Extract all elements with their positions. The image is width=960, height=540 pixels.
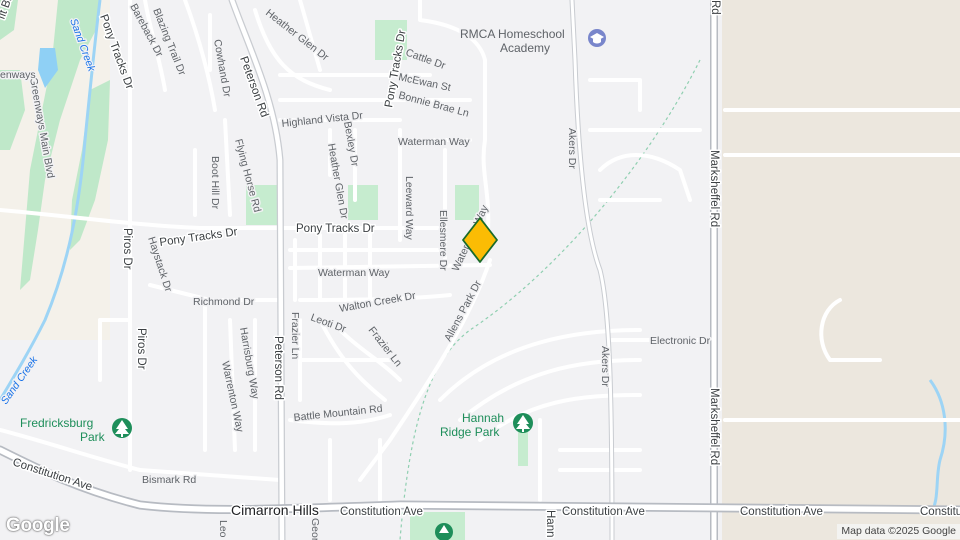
- street-label-frazier-v: Frazier Ln: [289, 312, 301, 359]
- map-canvas[interactable]: Heather Glen Dr Bareback Dr Blazing Trai…: [0, 0, 960, 540]
- street-label-constitution-c: Constitution Ave: [340, 506, 423, 518]
- map-attribution[interactable]: Map data ©2025 Google: [837, 524, 960, 539]
- street-label-constitution-e2: Constitution Ave: [920, 506, 960, 518]
- street-label-hann: Hann: [544, 510, 556, 538]
- place-label-cimarron-hills: Cimarron Hills: [231, 502, 319, 518]
- street-label-marksheffel-mid: Marksheffel Rd: [708, 150, 720, 227]
- street-label-leeward: Leeward Way: [403, 176, 415, 241]
- street-label-waterman-s: Waterman Way: [318, 267, 390, 279]
- undeveloped-land-east: [722, 0, 960, 540]
- school-label-line1: RMCA Homeschool: [460, 27, 565, 41]
- street-label-akers-n: Akers Dr: [566, 128, 578, 169]
- map-svg[interactable]: Heather Glen Dr Bareback Dr Blazing Trai…: [0, 0, 960, 540]
- graduation-cap-icon: [588, 29, 606, 47]
- street-label-electronic: Electronic Dr: [650, 335, 711, 347]
- fredricksburg-label-line2: Park: [80, 430, 106, 444]
- street-label-marksheffel-top: Rd: [709, 0, 721, 15]
- tree-icon: [112, 418, 132, 438]
- street-label-waterman-n: Waterman Way: [398, 136, 470, 148]
- hannah-label-line1: Hannah: [462, 411, 504, 425]
- street-label-bismark: Bismark Rd: [142, 474, 196, 486]
- street-label-constitution-m: Constitution Ave: [562, 506, 645, 518]
- street-label-akers-s: Akers Dr: [599, 346, 611, 387]
- street-label-piros-s: Piros Dr: [135, 328, 147, 370]
- street-label-boot-hill: Boot Hill Dr: [209, 156, 221, 210]
- street-label-georgia: Georgia: [309, 518, 321, 540]
- hannah-label-line2: Ridge Park: [440, 425, 500, 439]
- fredricksburg-label-line1: Fredricksburg: [20, 416, 93, 430]
- street-label-enways: enways: [0, 69, 36, 81]
- google-logo: Google: [6, 515, 70, 536]
- street-label-richmond: Richmond Dr: [193, 296, 255, 308]
- tree-icon: [513, 413, 533, 433]
- street-label-peterson-s: Peterson Rd: [272, 336, 284, 400]
- street-label-marksheffel-low: Marksheffel Rd: [708, 388, 720, 465]
- street-label-ellesmere: Ellesmere Dr: [437, 210, 449, 271]
- street-label-piros-n: Piros Dr: [121, 228, 133, 270]
- street-label-constitution-e1: Constitution Ave: [740, 506, 823, 518]
- street-label-leo: Leo: [217, 520, 229, 538]
- school-label-line2: Academy: [500, 41, 550, 55]
- street-label-pony-tracks-east: Pony Tracks Dr: [296, 223, 375, 235]
